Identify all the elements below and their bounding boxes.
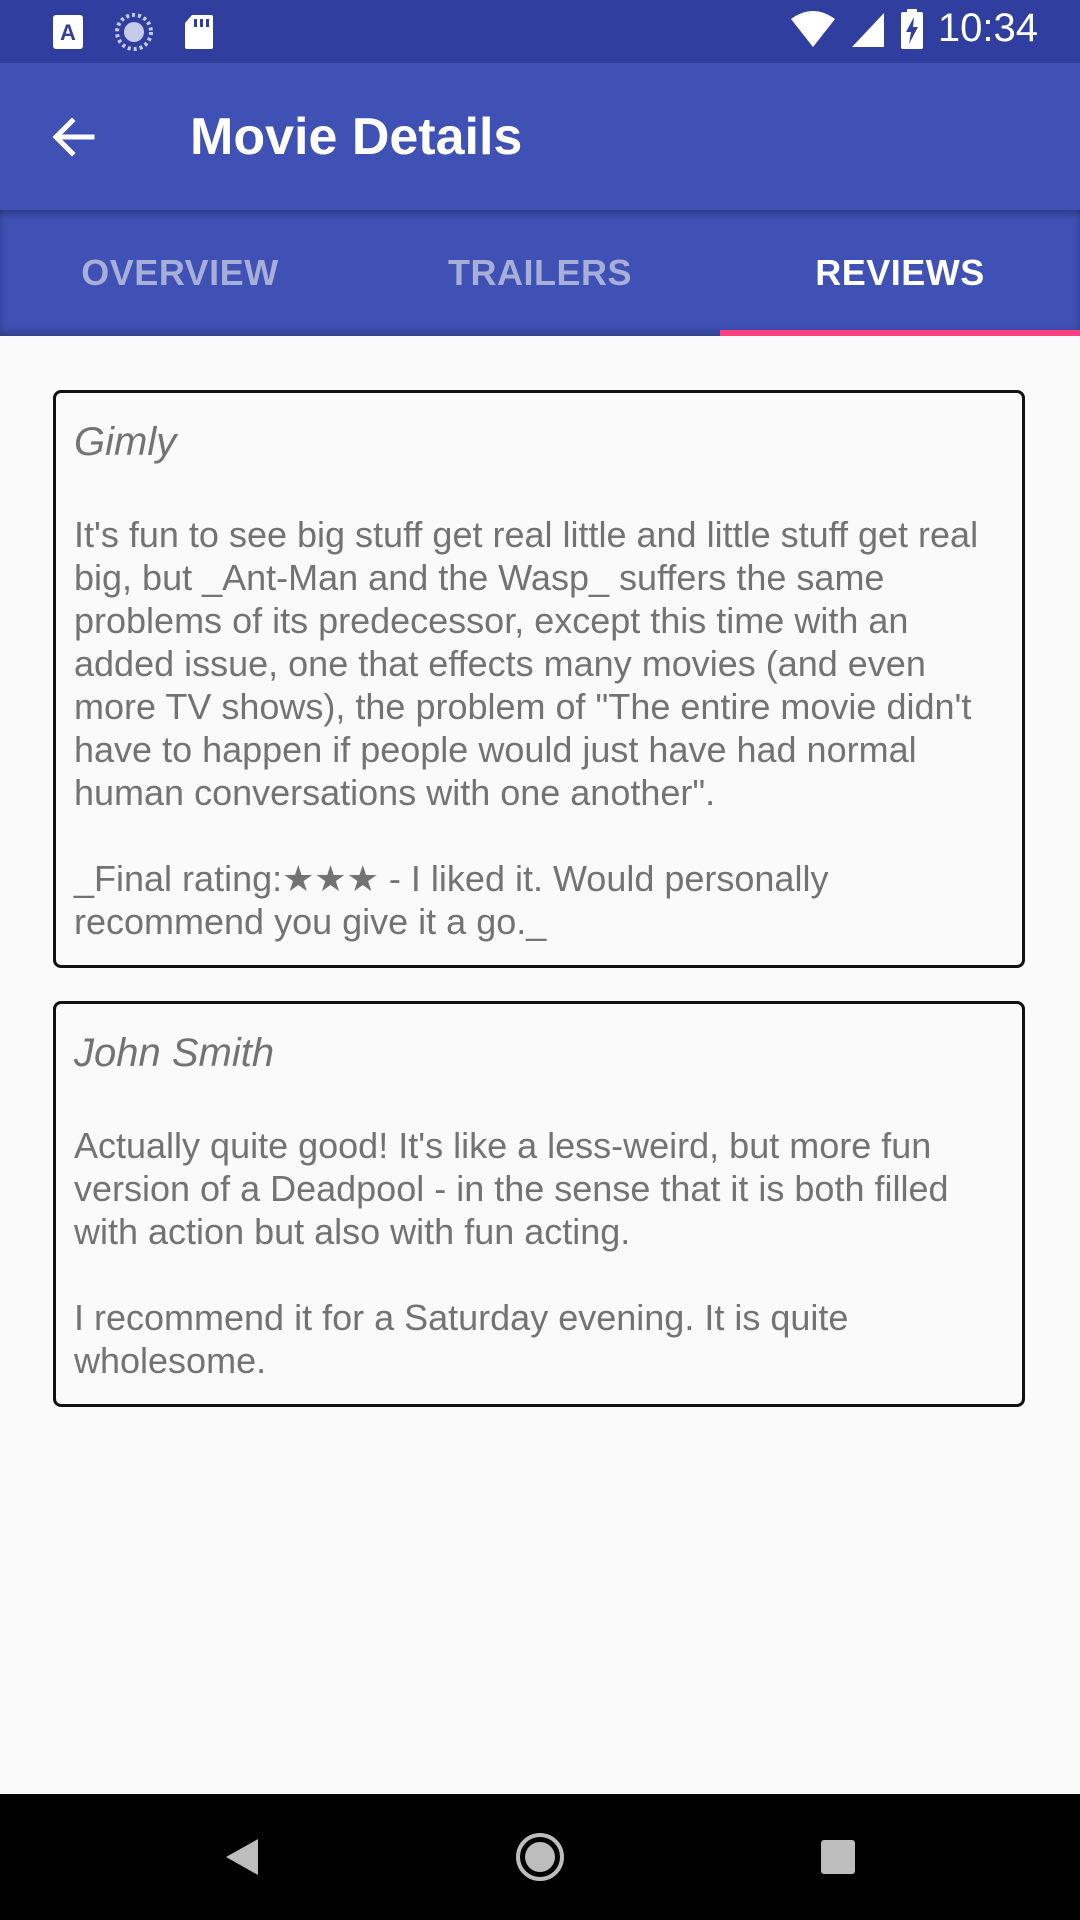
back-triangle-icon[interactable]: [212, 1827, 272, 1887]
app-bar: Movie Details: [0, 63, 1080, 210]
sd-card-icon: [185, 15, 213, 49]
arrow-back-icon[interactable]: [44, 107, 104, 167]
review-content: Actually quite good! It's like a less-we…: [74, 1125, 949, 1381]
reviews-list[interactable]: Gimly It's fun to see big stuff get real…: [0, 336, 1080, 1794]
wifi-icon: [790, 10, 835, 47]
tab-overview[interactable]: OVERVIEW: [0, 210, 360, 336]
svg-text:A: A: [60, 20, 76, 45]
home-circle-icon[interactable]: [510, 1827, 570, 1887]
tab-bar: OVERVIEW TRAILERS REVIEWS: [0, 210, 1080, 336]
review-card: Gimly It's fun to see big stuff get real…: [53, 390, 1025, 968]
signal-icon: [851, 12, 884, 47]
page-title: Movie Details: [190, 108, 523, 166]
recents-square-icon[interactable]: [808, 1827, 868, 1887]
review-content: It's fun to see big stuff get real littl…: [74, 514, 979, 942]
battery-charging-icon: [900, 8, 923, 49]
text-a-icon: A: [53, 15, 83, 49]
status-bar: A 10:34: [0, 0, 1080, 63]
navigation-bar: [0, 1794, 1080, 1920]
tab-trailers[interactable]: TRAILERS: [360, 210, 720, 336]
status-left-icons: A: [52, 12, 244, 52]
loading-icon: [115, 13, 153, 51]
review-card: John Smith Actually quite good! It's lik…: [53, 1001, 1025, 1407]
tab-reviews[interactable]: REVIEWS: [720, 210, 1080, 336]
review-author: Gimly: [74, 420, 177, 464]
review-author: John Smith: [74, 1031, 275, 1075]
status-right-icons: 10:34: [776, 6, 1038, 51]
status-time: 10:34: [937, 6, 1038, 50]
